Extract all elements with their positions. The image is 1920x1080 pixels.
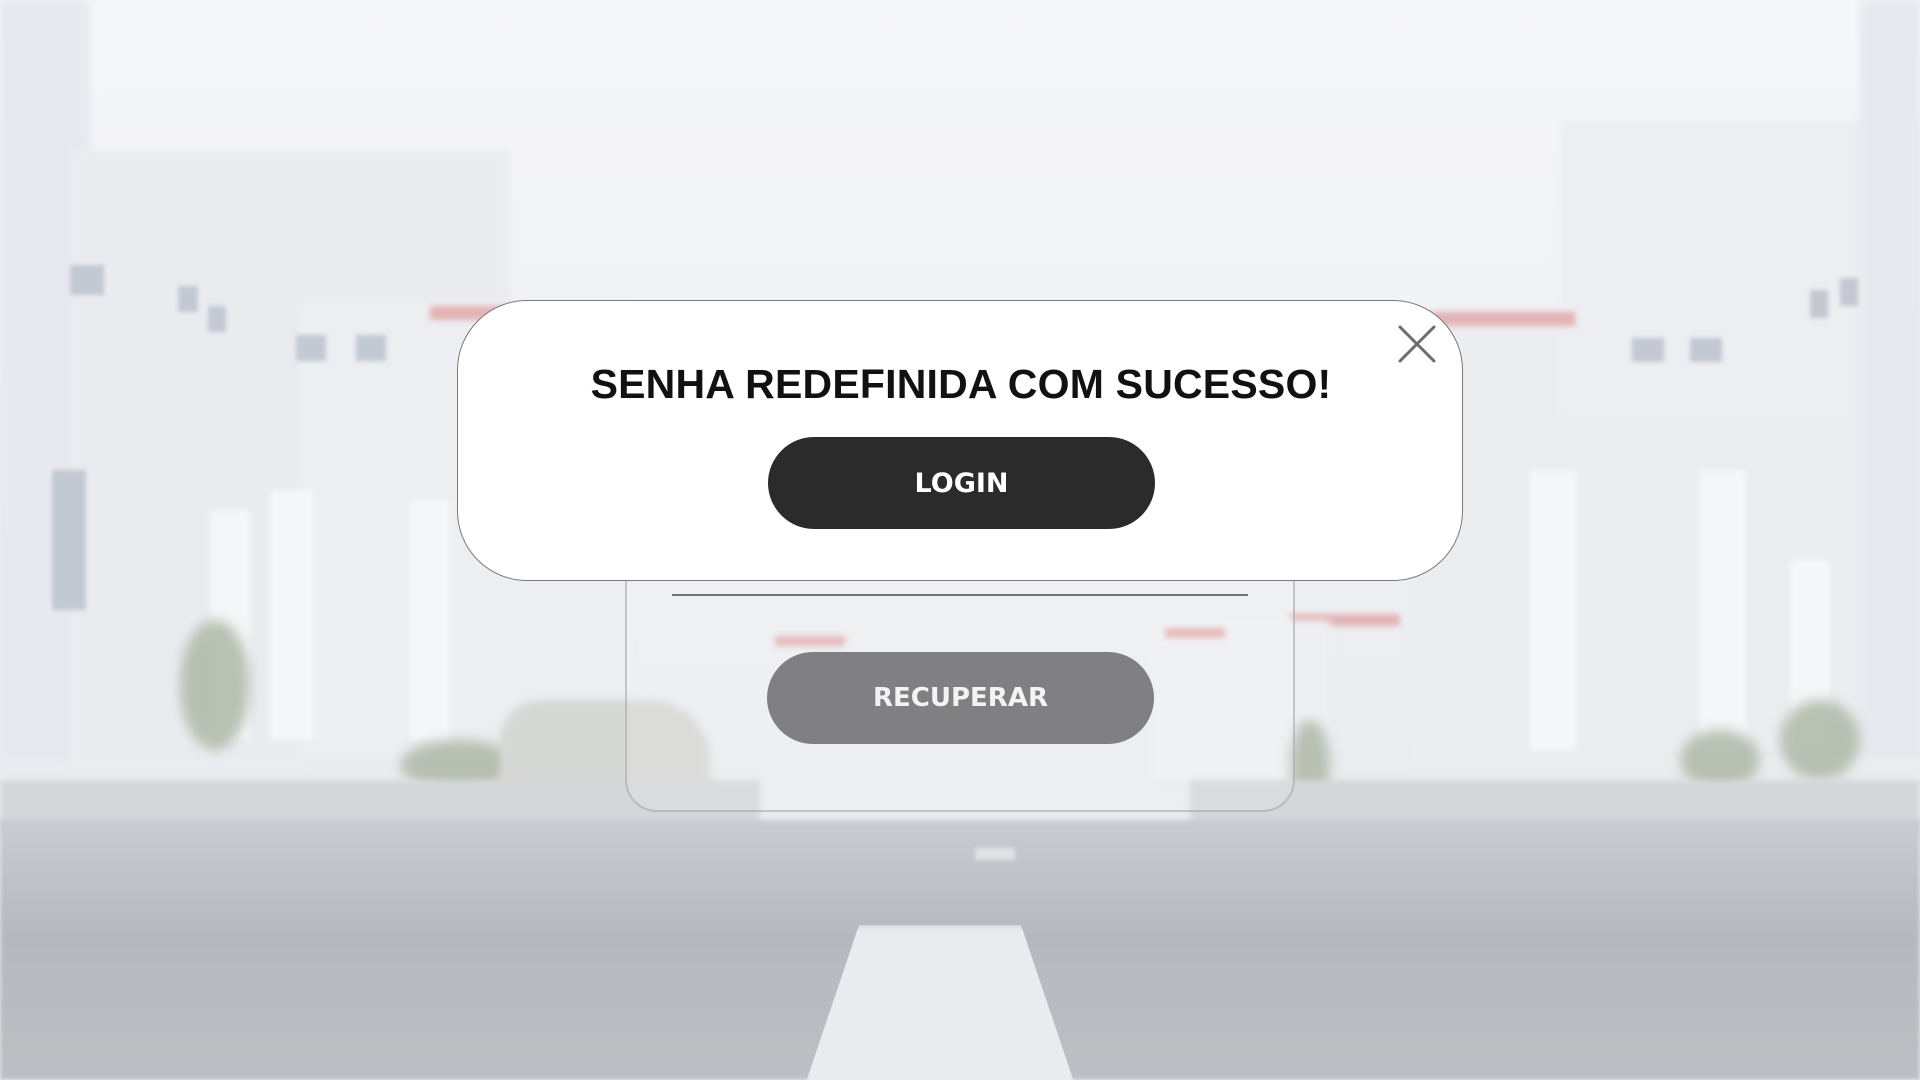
blurred-background-photo: RECUPERAR SENHA REDEFINIDA COM SUCESSO! …	[0, 0, 1920, 1080]
success-modal: SENHA REDEFINIDA COM SUCESSO! LOGIN	[457, 300, 1463, 581]
password-field-underline[interactable]	[672, 594, 1248, 596]
close-icon	[1398, 325, 1436, 363]
modal-title: SENHA REDEFINIDA COM SUCESSO!	[590, 361, 1332, 407]
recover-button[interactable]: RECUPERAR	[767, 652, 1154, 744]
close-button[interactable]	[1395, 322, 1439, 366]
login-button[interactable]: LOGIN	[768, 437, 1155, 529]
